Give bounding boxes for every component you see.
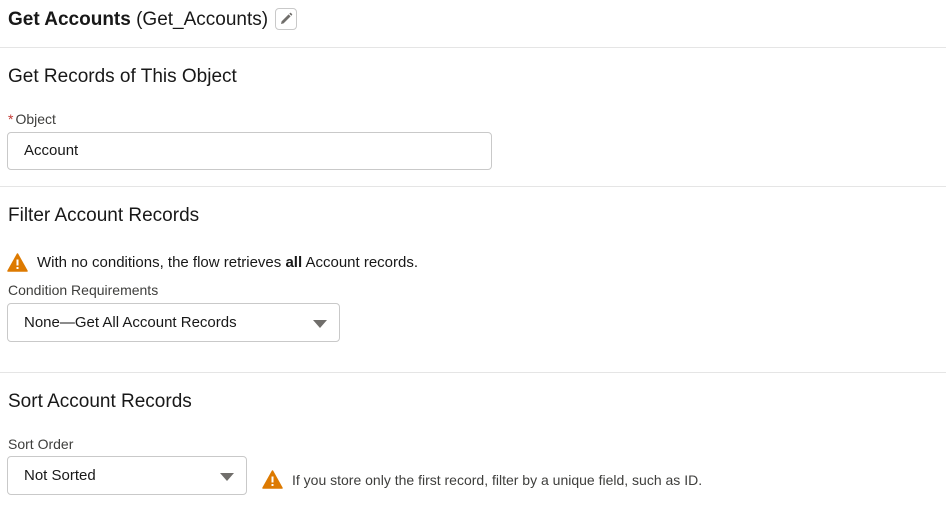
warning-triangle-icon: [262, 470, 283, 489]
object-field-label: * Object: [8, 111, 56, 127]
condition-requirements-label: Condition Requirements: [8, 282, 159, 298]
element-label: Get Accounts: [8, 9, 131, 30]
warning-text-bold: all: [285, 253, 303, 271]
edit-button[interactable]: [275, 8, 297, 30]
warning-text-suffix: Account records.: [302, 253, 419, 271]
sort-section-title: Sort Account Records: [8, 391, 192, 412]
filter-section-title: Filter Account Records: [8, 205, 200, 226]
sort-order-label: Sort Order: [8, 436, 74, 452]
object-label-text: Object: [15, 111, 56, 127]
sort-note-text: If you store only the first record, filt…: [292, 471, 703, 488]
warning-triangle-icon: [7, 253, 28, 272]
pencil-icon: [281, 12, 293, 24]
condition-requirements-select[interactable]: None—Get All Account Records: [7, 303, 340, 342]
chevron-down-icon: [220, 473, 234, 481]
section-divider: [0, 372, 946, 373]
sort-order-value: Not Sorted: [24, 467, 96, 484]
no-conditions-warning: With no conditions, the flow retrieves a…: [7, 253, 418, 272]
element-header: Get Accounts (Get_Accounts): [0, 0, 946, 48]
required-marker: *: [8, 111, 14, 127]
warning-text-prefix: With no conditions, the flow retrieves: [37, 253, 286, 271]
condition-requirements-value: None—Get All Account Records: [24, 314, 237, 331]
element-title: Get Accounts (Get_Accounts): [8, 9, 268, 31]
chevron-down-icon: [313, 320, 327, 328]
section-divider: [0, 186, 946, 187]
element-api-name: (Get_Accounts): [136, 9, 269, 30]
object-section-title: Get Records of This Object: [8, 66, 237, 87]
sort-note: If you store only the first record, filt…: [262, 470, 702, 489]
object-input[interactable]: Account: [7, 132, 492, 170]
sort-order-select[interactable]: Not Sorted: [7, 456, 247, 495]
